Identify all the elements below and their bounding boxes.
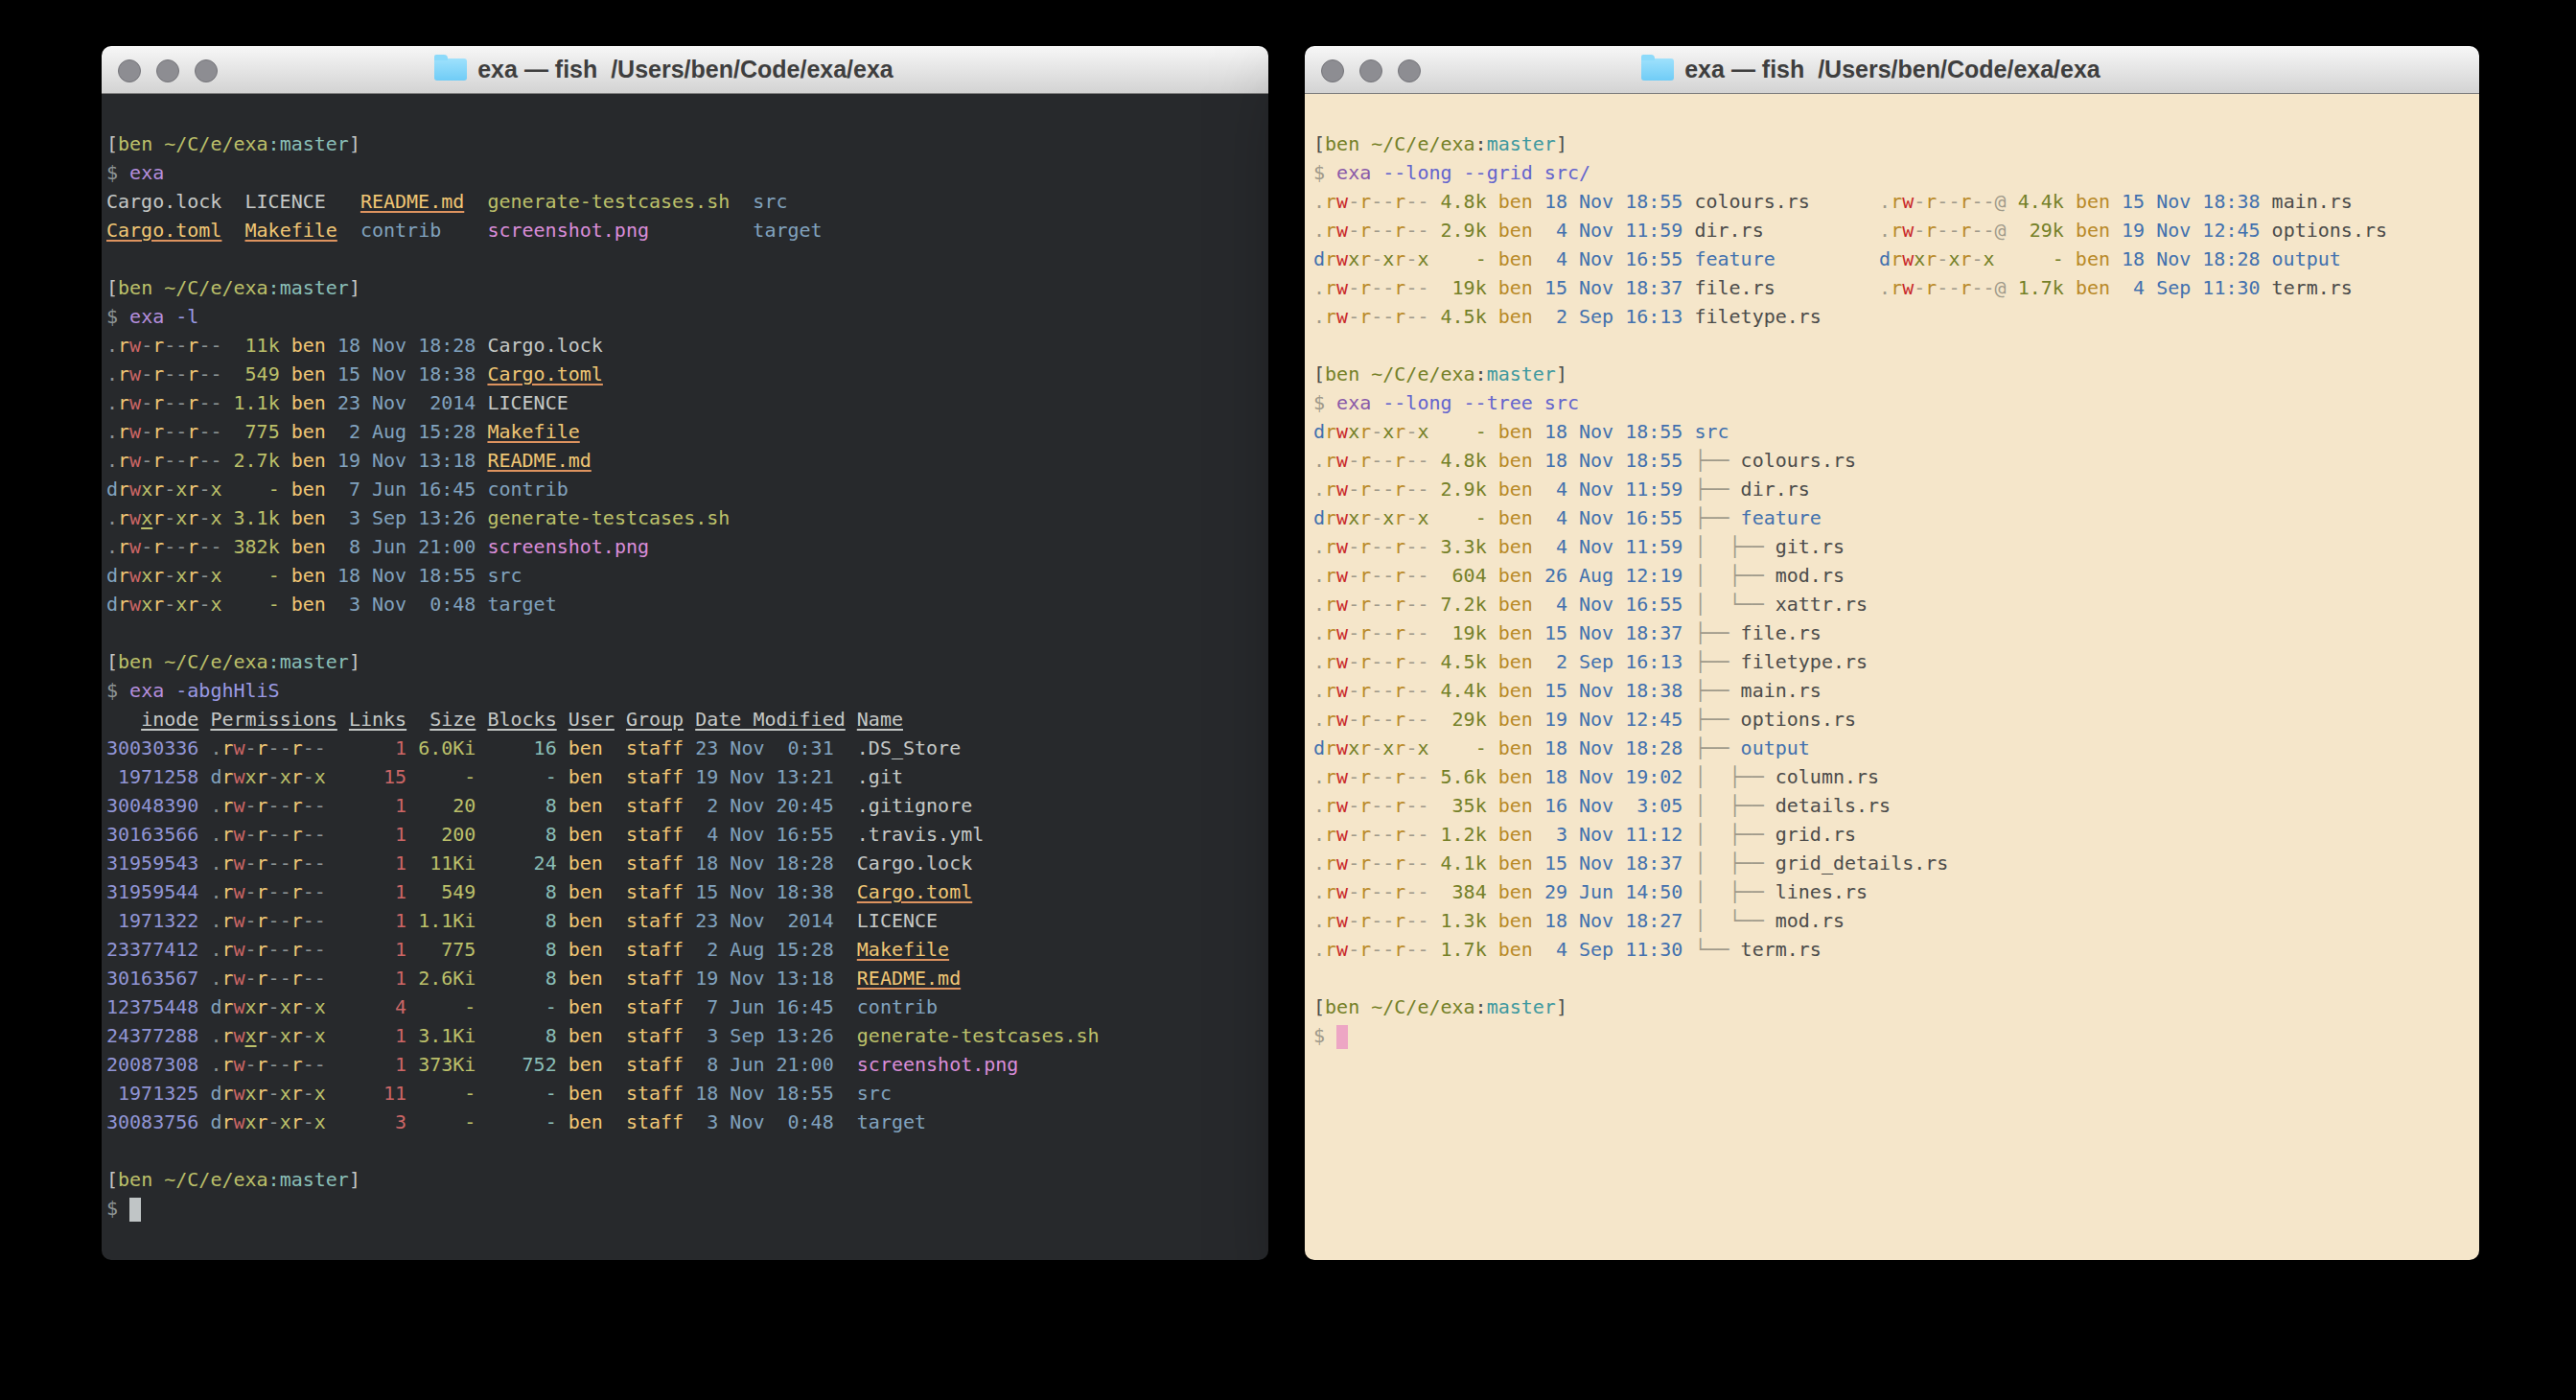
terminal-line: 23377412 .rw-r--r-- 1 775 8 ben staff 2 … (106, 935, 1268, 964)
terminal-line: .rw-r--r-- 1.3k ben 18 Nov 18:27 │ └── m… (1313, 906, 2479, 935)
terminal-line: drwxr-xr-x - ben 4 Nov 16:55 ├── feature (1313, 503, 2479, 532)
terminal-line: [ben ~/C/e/exa:master] (106, 1165, 1268, 1194)
terminal-line: 30163567 .rw-r--r-- 1 2.6Ki 8 ben staff … (106, 964, 1268, 992)
terminal-line: [ben ~/C/e/exa:master] (1313, 992, 2479, 1021)
minimize-button[interactable] (156, 59, 179, 82)
terminal-line: .rwxr-xr-x 3.1k ben 3 Sep 13:26 generate… (106, 503, 1268, 532)
terminal-line: 1971325 drwxr-xr-x 11 - - ben staff 18 N… (106, 1079, 1268, 1108)
window-title: exa — fish /Users/ben/Code/exa/exa (477, 56, 893, 83)
terminal-line: [ben ~/C/e/exa:master] (1313, 360, 2479, 388)
terminal-content[interactable]: [ben ~/C/e/exa:master]$ exaCargo.lock LI… (102, 94, 1268, 1260)
terminal-line: 20087308 .rw-r--r-- 1 373Ki 752 ben staf… (106, 1050, 1268, 1079)
titlebar[interactable]: exa — fish /Users/ben/Code/exa/exa (1305, 46, 2479, 94)
terminal-line: .rw-r--r-- 1.1k ben 23 Nov 2014 LICENCE (106, 388, 1268, 417)
terminal-line: drwxr-xr-x - ben 3 Nov 0:48 target (106, 590, 1268, 618)
terminal-line (106, 245, 1268, 273)
terminal-line: .rw-r--r-- 384 ben 29 Jun 14:50 │ ├── li… (1313, 877, 2479, 906)
terminal-line: [ben ~/C/e/exa:master] (1313, 129, 2479, 158)
terminal-line: $ (1313, 1021, 2479, 1050)
terminal-line: .rw-r--r-- 4.8k ben 18 Nov 18:55 colours… (1313, 187, 2479, 216)
terminal-line: $ exa -l (106, 302, 1268, 331)
terminal-line: 30083756 drwxr-xr-x 3 - - ben staff 3 No… (106, 1108, 1268, 1136)
terminal-line: .rw-r--r-- 35k ben 16 Nov 3:05 │ ├── det… (1313, 791, 2479, 820)
terminal-line: $ (106, 1194, 1268, 1223)
terminal-line: .rw-r--r-- 1.2k ben 3 Nov 11:12 │ ├── gr… (1313, 820, 2479, 849)
terminal-line: $ exa -abghHliS (106, 676, 1268, 705)
terminal-line: Cargo.lock LICENCE README.md generate-te… (106, 187, 1268, 216)
terminal-line: 30048390 .rw-r--r-- 1 20 8 ben staff 2 N… (106, 791, 1268, 820)
folder-icon (1641, 58, 1674, 81)
terminal-window-left: exa — fish /Users/ben/Code/exa/exa [ben … (102, 46, 1268, 1260)
terminal-line: [ben ~/C/e/exa:master] (106, 273, 1268, 302)
terminal-content[interactable]: [ben ~/C/e/exa:master]$ exa --long --gri… (1305, 94, 2479, 1260)
zoom-button[interactable] (195, 59, 218, 82)
terminal-line (106, 618, 1268, 647)
terminal-line: .rw-r--r-- 11k ben 18 Nov 18:28 Cargo.lo… (106, 331, 1268, 360)
terminal-line: .rw-r--r-- 7.2k ben 4 Nov 16:55 │ └── xa… (1313, 590, 2479, 618)
terminal-line: 30030336 .rw-r--r-- 1 6.0Ki 16 ben staff… (106, 734, 1268, 762)
close-button[interactable] (118, 59, 141, 82)
terminal-line: .rw-r--r-- 4.1k ben 15 Nov 18:37 │ ├── g… (1313, 849, 2479, 877)
terminal-line (1313, 964, 2479, 992)
terminal-line: 31959543 .rw-r--r-- 1 11Ki 24 ben staff … (106, 849, 1268, 877)
terminal-line: drwxr-xr-x - ben 7 Jun 16:45 contrib (106, 475, 1268, 503)
folder-icon (434, 58, 467, 81)
terminal-line: .rw-r--r-- 604 ben 26 Aug 12:19 │ ├── mo… (1313, 561, 2479, 590)
terminal-line: drwxr-xr-x - ben 18 Nov 18:55 src (1313, 417, 2479, 446)
terminal-line: $ exa --long --tree src (1313, 388, 2479, 417)
terminal-line: 1971258 drwxr-xr-x 15 - - ben staff 19 N… (106, 762, 1268, 791)
terminal-line: [ben ~/C/e/exa:master] (106, 647, 1268, 676)
terminal-line: 31959544 .rw-r--r-- 1 549 8 ben staff 15… (106, 877, 1268, 906)
terminal-line: .rw-r--r-- 4.4k ben 15 Nov 18:38 ├── mai… (1313, 676, 2479, 705)
zoom-button[interactable] (1398, 59, 1421, 82)
terminal-line: 30163566 .rw-r--r-- 1 200 8 ben staff 4 … (106, 820, 1268, 849)
close-button[interactable] (1321, 59, 1344, 82)
terminal-line: .rw-r--r-- 4.5k ben 2 Sep 16:13 ├── file… (1313, 647, 2479, 676)
terminal-line: .rw-r--r-- 29k ben 19 Nov 12:45 ├── opti… (1313, 705, 2479, 734)
titlebar[interactable]: exa — fish /Users/ben/Code/exa/exa (102, 46, 1268, 94)
minimize-button[interactable] (1359, 59, 1382, 82)
cursor (129, 1198, 141, 1222)
terminal-window-right: exa — fish /Users/ben/Code/exa/exa [ben … (1305, 46, 2479, 1260)
terminal-line: 24377288 .rwxr-xr-x 1 3.1Ki 8 ben staff … (106, 1021, 1268, 1050)
terminal-line: .rw-r--r-- 2.9k ben 4 Nov 11:59 ├── dir.… (1313, 475, 2479, 503)
terminal-line: .rw-r--r-- 549 ben 15 Nov 18:38 Cargo.to… (106, 360, 1268, 388)
terminal-line: .rw-r--r-- 2.7k ben 19 Nov 13:18 README.… (106, 446, 1268, 475)
terminal-line: .rw-r--r-- 4.8k ben 18 Nov 18:55 ├── col… (1313, 446, 2479, 475)
terminal-line (1313, 331, 2479, 360)
terminal-line: .rw-r--r-- 775 ben 2 Aug 15:28 Makefile (106, 417, 1268, 446)
cursor (1336, 1025, 1348, 1049)
terminal-line: 12375448 drwxr-xr-x 4 - - ben staff 7 Ju… (106, 992, 1268, 1021)
terminal-line: .rw-r--r-- 19k ben 15 Nov 18:37 ├── file… (1313, 618, 2479, 647)
terminal-line: Cargo.toml Makefile contrib screenshot.p… (106, 216, 1268, 245)
terminal-line: 1971322 .rw-r--r-- 1 1.1Ki 8 ben staff 2… (106, 906, 1268, 935)
terminal-line: drwxr-xr-x - ben 4 Nov 16:55 feature drw… (1313, 245, 2479, 273)
terminal-line: drwxr-xr-x - ben 18 Nov 18:28 ├── output (1313, 734, 2479, 762)
terminal-line: $ exa (106, 158, 1268, 187)
terminal-line: [ben ~/C/e/exa:master] (106, 129, 1268, 158)
terminal-line: .rw-r--r-- 1.7k ben 4 Sep 11:30 └── term… (1313, 935, 2479, 964)
terminal-line: .rw-r--r-- 3.3k ben 4 Nov 11:59 │ ├── gi… (1313, 532, 2479, 561)
terminal-line: drwxr-xr-x - ben 18 Nov 18:55 src (106, 561, 1268, 590)
terminal-line: .rw-r--r-- 4.5k ben 2 Sep 16:13 filetype… (1313, 302, 2479, 331)
terminal-line: .rw-r--r-- 5.6k ben 18 Nov 19:02 │ ├── c… (1313, 762, 2479, 791)
terminal-line (106, 1136, 1268, 1165)
terminal-line: .rw-r--r-- 19k ben 15 Nov 18:37 file.rs … (1313, 273, 2479, 302)
window-title: exa — fish /Users/ben/Code/exa/exa (1684, 56, 2100, 83)
terminal-line: $ exa --long --grid src/ (1313, 158, 2479, 187)
terminal-line: .rw-r--r-- 382k ben 8 Jun 21:00 screensh… (106, 532, 1268, 561)
terminal-line: .rw-r--r-- 2.9k ben 4 Nov 11:59 dir.rs .… (1313, 216, 2479, 245)
terminal-line: inode Permissions Links Size Blocks User… (106, 705, 1268, 734)
